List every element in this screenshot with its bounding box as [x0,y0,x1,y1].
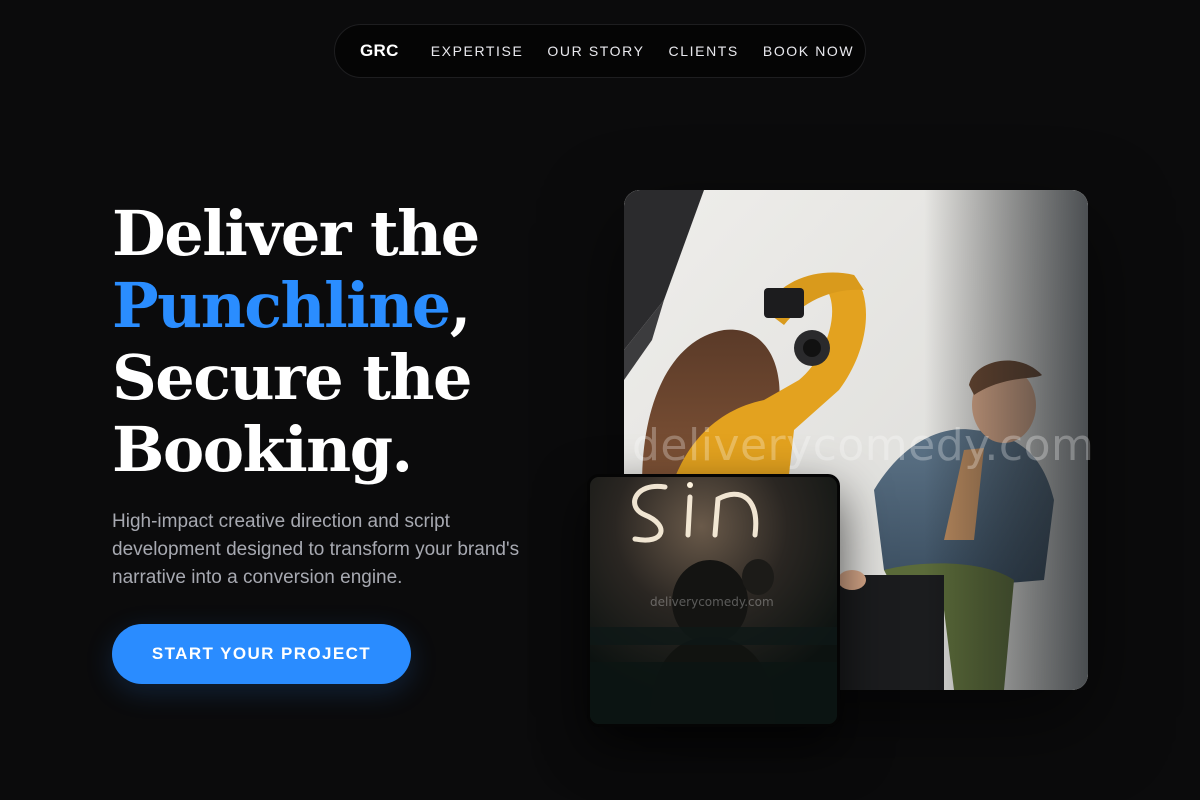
logo[interactable]: GRC [360,41,399,61]
hero-subtext: High-impact creative direction and scrip… [112,511,520,588]
headline-accent: Punchline [112,269,451,342]
headline-line-1: Deliver the [112,197,480,270]
neon-sign-illustration [590,477,837,724]
top-nav: GRC EXPERTISE OUR STORY CLIENTS BOOK NOW [334,24,866,78]
headline-line-2: Punchline, [112,270,479,342]
nav-link-clients[interactable]: CLIENTS [669,43,739,59]
hero-headline: Deliver the Punchline, Secure the Bookin… [112,197,480,486]
headline-line-4: Booking. [112,413,413,486]
nav-link-book-now[interactable]: BOOK NOW [763,43,854,59]
hero-secondary-image: deliverycomedy.com [587,474,840,727]
nav-link-our-story[interactable]: OUR STORY [547,43,644,59]
nav-link-expertise[interactable]: EXPERTISE [431,43,524,59]
headline-line-3: Secure the [112,341,472,414]
start-project-button[interactable]: START YOUR PROJECT [112,624,411,684]
headline-comma: , [449,269,472,342]
